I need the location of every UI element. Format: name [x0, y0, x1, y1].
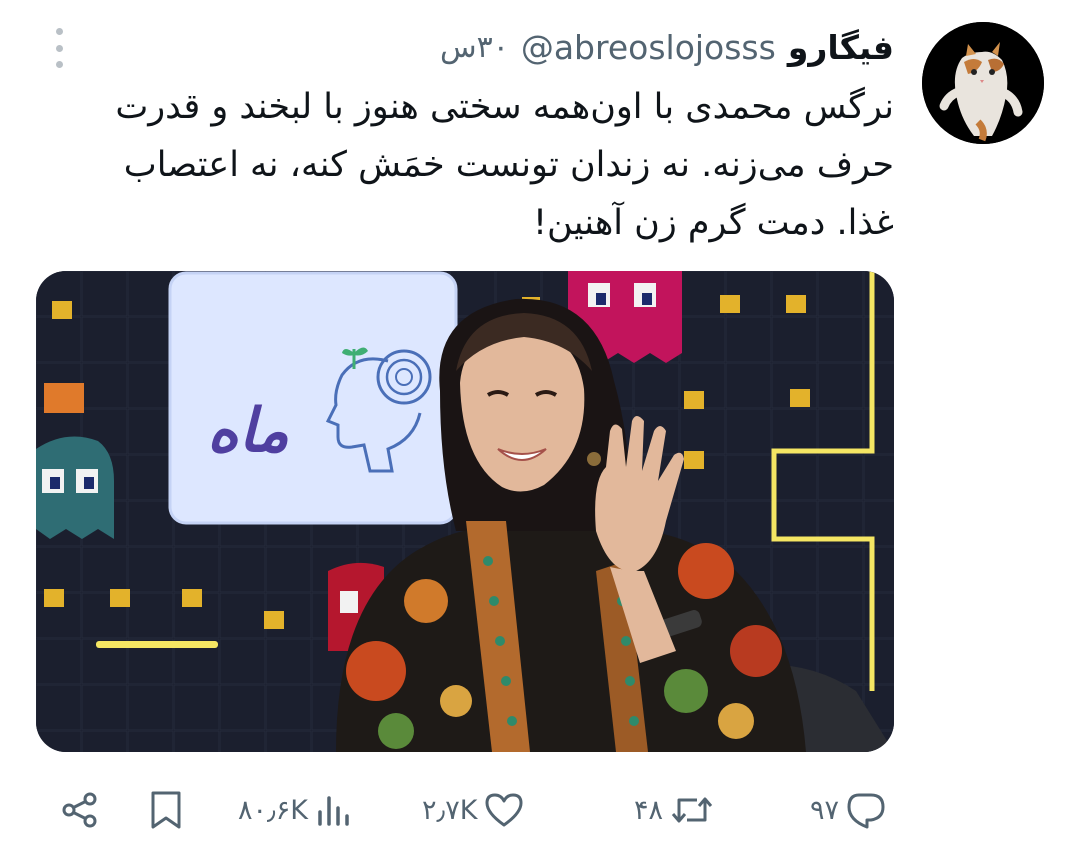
tweet-text-line: غذا. دمت گرم زن آهنین! — [533, 203, 894, 243]
screen-logo-text: ماه — [207, 396, 289, 466]
teal-ghost-graphic — [36, 436, 114, 539]
tweet-media-image[interactable]: ماه — [36, 271, 894, 752]
tweet-text-line: نرگس محمدی با اون‌همه سختی هنوز با لبخند… — [115, 87, 894, 127]
tweet-text-line: حرف می‌زنه. نه زندان تونست خمَش کنه، نه … — [123, 145, 894, 185]
media-illustration: ماه — [36, 271, 894, 752]
user-handle[interactable]: @abreoslojosss — [521, 28, 776, 67]
like-count: ۲٫۷K — [422, 794, 478, 826]
bookmark-button[interactable] — [148, 780, 184, 840]
retweet-button[interactable]: ۴۸ — [634, 780, 715, 840]
retweet-icon — [671, 797, 713, 823]
retweet-count: ۴۸ — [634, 794, 664, 826]
timestamp[interactable]: ۳۰س — [440, 30, 509, 65]
views-icon — [318, 796, 349, 826]
tweet-text: نرگس محمدی با اون‌همه سختی هنوز با لبخند… — [34, 78, 894, 252]
avatar[interactable] — [922, 22, 1044, 144]
views-count: ۸۰٫۶K — [238, 794, 308, 826]
display-name[interactable]: فیگارو — [788, 28, 894, 67]
reply-button[interactable]: ۹۷ — [810, 780, 887, 840]
heart-icon — [485, 793, 523, 827]
share-icon — [62, 792, 97, 828]
tweet-header: فیگارو @abreoslojosss ۳۰س — [440, 24, 894, 70]
reply-count: ۹۷ — [810, 794, 840, 826]
more-vertical-icon[interactable] — [49, 28, 69, 68]
cat-avatar-image — [922, 22, 1044, 144]
action-bar: ۸۰٫۶K ۲٫۷K ۴۸ ۹۷ — [40, 780, 900, 840]
views-button[interactable]: ۸۰٫۶K — [238, 780, 354, 840]
share-button[interactable] — [60, 780, 100, 840]
bookmark-icon — [151, 791, 181, 829]
like-button[interactable]: ۲٫۷K — [422, 780, 525, 840]
reply-icon — [847, 793, 885, 829]
